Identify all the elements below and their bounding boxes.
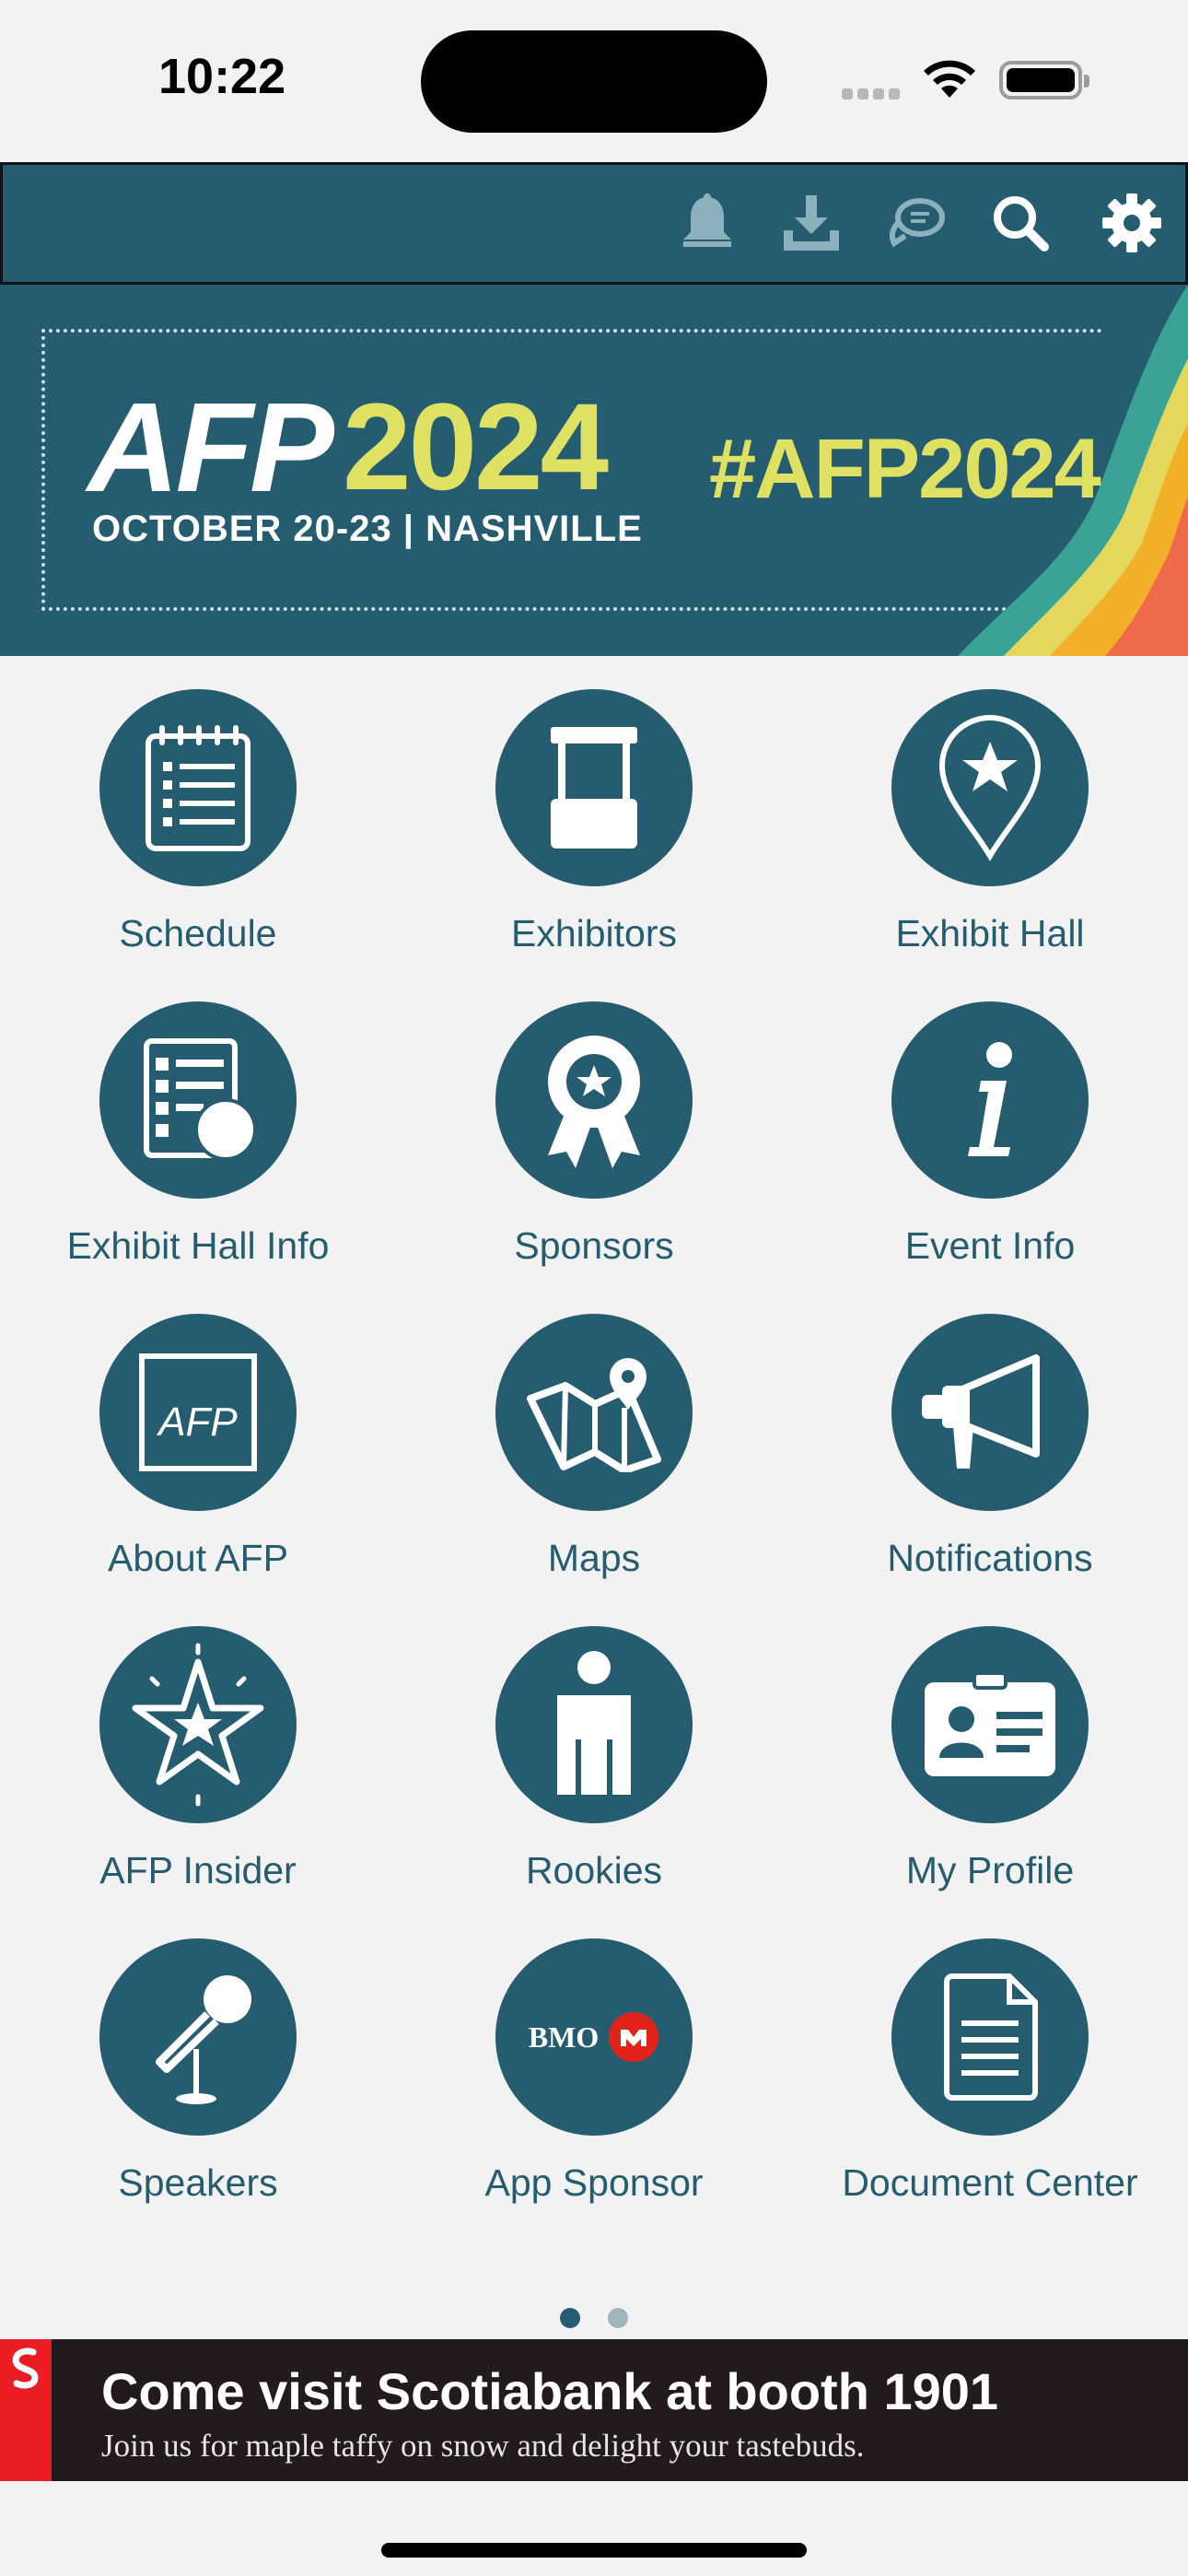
tile-label: Exhibit Hall Info [66,1224,330,1267]
ad-headline: Come visit Scotiabank at booth 1901 [101,2362,999,2420]
document-icon [891,1938,1089,2136]
bmo-logo-text: BMO [528,2020,600,2054]
tile-label: Sponsors [514,1224,674,1267]
battery-icon [999,61,1089,100]
tile-label: My Profile [905,1849,1075,1891]
bmo-logo-icon: BMO [495,1938,693,2136]
tile-notifications[interactable]: Notifications [792,1314,1188,1590]
tile-my-profile[interactable]: My Profile [792,1626,1188,1903]
svg-text:AFP: AFP [156,1399,238,1445]
tile-sponsors[interactable]: Sponsors [396,1001,792,1278]
banner-logo-text: AFP [87,377,334,519]
tile-exhibit-hall[interactable]: Exhibit Hall [792,689,1188,966]
folded-map-icon [495,1314,693,1511]
tile-label: Document Center [842,2161,1138,2204]
checklist-icon [99,689,297,886]
bell-icon[interactable] [675,191,740,255]
tile-maps[interactable]: Maps [396,1314,792,1590]
status-time: 10:22 [158,49,286,104]
award-ribbon-icon [495,1001,693,1199]
tile-about-afp[interactable]: AFP About AFP [0,1314,396,1590]
wifi-icon [924,60,975,98]
afp-logo-icon: AFP [99,1314,297,1511]
tile-label: Schedule [119,912,277,954]
dynamic-island [421,30,767,133]
event-banner[interactable]: AFP 2024 OCTOBER 20-23 | NASHVILLE #AFP2… [0,285,1188,656]
page-dot[interactable] [608,2308,628,2328]
page-dot-active[interactable] [560,2308,580,2328]
tile-label: AFP Insider [99,1849,297,1891]
tile-label: Exhibitors [510,912,677,954]
status-bar: 10:22 [0,0,1188,162]
id-card-icon [891,1626,1089,1823]
scotiabank-logo-icon [0,2339,52,2481]
tile-label: Exhibit Hall [895,912,1085,954]
star-outline-icon [99,1626,297,1823]
tile-afp-insider[interactable]: AFP Insider [0,1626,396,1903]
home-indicator[interactable] [381,2543,807,2558]
tile-label: Speakers [118,2161,278,2204]
top-toolbar [0,162,1188,285]
tile-label: Event Info [904,1224,1076,1267]
chat-icon[interactable] [883,191,948,255]
banner-year: 2024 [343,379,609,516]
tile-exhibit-hall-info[interactable]: Exhibit Hall Info [0,1001,396,1278]
signal-icon [842,88,906,100]
tile-rookies[interactable]: Rookies [396,1626,792,1903]
search-icon[interactable] [988,191,1053,255]
banner-hashtag: #AFP2024 [709,422,1101,516]
person-icon [495,1626,693,1823]
tile-label: Notifications [887,1537,1093,1579]
booth-icon [495,689,693,886]
gear-icon[interactable] [1100,191,1164,255]
tile-label: App Sponsor [484,2161,704,2204]
ad-subline: Join us for maple taffy on snow and deli… [101,2428,865,2464]
tile-document-center[interactable]: Document Center [792,1938,1188,2215]
microphone-icon [99,1938,297,2136]
tile-app-sponsor[interactable]: BMO App Sponsor [396,1938,792,2215]
megaphone-icon [891,1314,1089,1511]
list-info-icon [99,1001,297,1199]
tile-label: About AFP [107,1537,288,1579]
download-icon[interactable] [779,191,844,255]
tile-schedule[interactable]: Schedule [0,689,396,966]
tile-label: Maps [547,1537,641,1579]
banner-dates: OCTOBER 20-23 | NASHVILLE [92,509,643,549]
tile-event-info[interactable]: Event Info [792,1001,1188,1278]
info-icon [891,1001,1089,1199]
tile-speakers[interactable]: Speakers [0,1938,396,2215]
tile-exhibitors[interactable]: Exhibitors [396,689,792,966]
map-pin-star-icon [891,689,1089,886]
tile-label: Rookies [525,1849,663,1891]
sponsor-ad-banner[interactable]: Come visit Scotiabank at booth 1901 Join… [0,2339,1188,2481]
